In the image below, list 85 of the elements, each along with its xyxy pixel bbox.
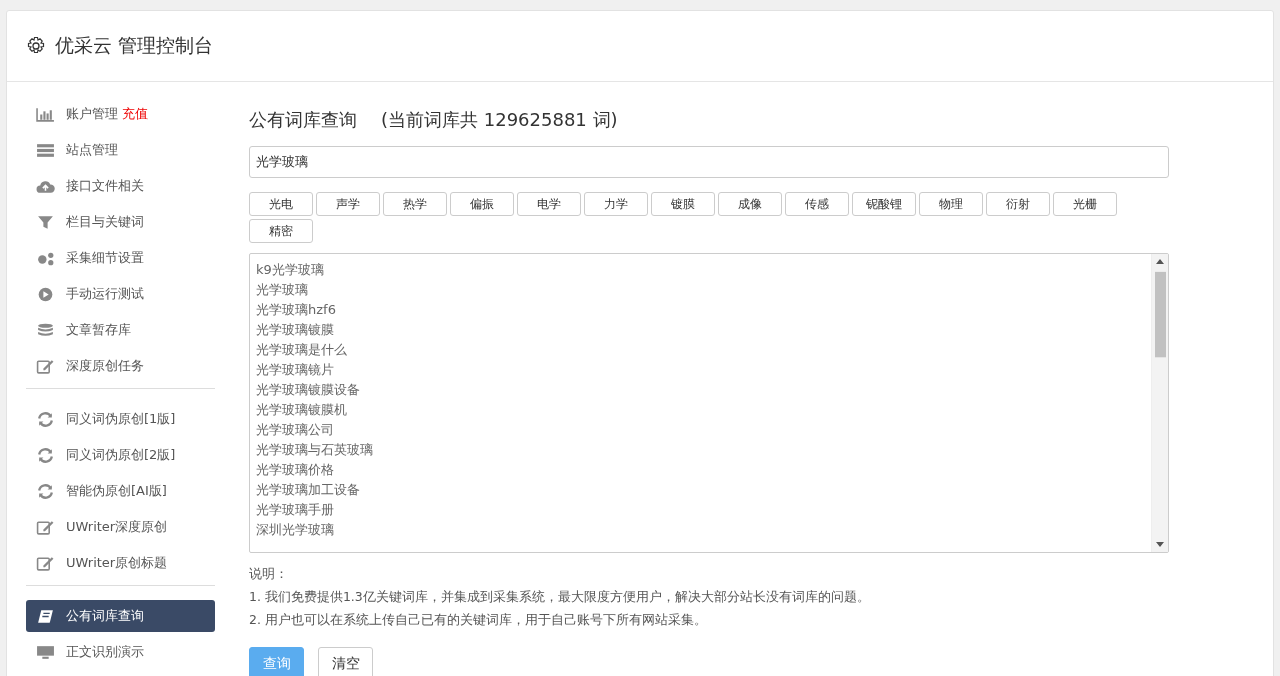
sidebar-item[interactable]: 同义词伪原创[1版]	[26, 403, 215, 435]
sidebar-label: 采集细节设置	[66, 249, 144, 267]
result-line: 光学玻璃	[256, 281, 309, 299]
result-line: 光学玻璃手册	[256, 501, 335, 519]
sidebar-label: 智能伪原创[AI版]	[66, 482, 167, 500]
sidebar-label: 公有词库查询	[66, 607, 144, 625]
sidebar-label: UWriter原创标题	[66, 554, 168, 572]
sidebar-label: 站点管理	[66, 141, 118, 159]
refresh-icon	[36, 447, 55, 463]
tag-button[interactable]: 镀膜	[651, 192, 715, 216]
sidebar-label: 接口文件相关	[66, 177, 144, 195]
sidebar-label: 账户管理	[66, 105, 118, 123]
tag-button[interactable]: 光栅	[1053, 192, 1117, 216]
sidebar-label: UWriter深度原创	[66, 518, 168, 536]
app-title: 优采云 管理控制台	[55, 33, 214, 58]
note-text: 2. 用户也可以在系统上传自己已有的关键词库，用于自己账号下所有网站采集。	[249, 611, 708, 629]
tag-button[interactable]: 传感	[785, 192, 849, 216]
server-icon	[36, 142, 55, 158]
sidebar-label: 文章暂存库	[66, 321, 131, 339]
sidebar-item[interactable]: 手动运行测试	[26, 278, 215, 310]
sidebar-item[interactable]: 账户管理 充值	[26, 98, 215, 130]
tag-button[interactable]: 衍射	[986, 192, 1050, 216]
result-line: k9光学玻璃	[256, 261, 325, 279]
result-line: 深圳光学玻璃	[256, 521, 335, 539]
sidebar-item[interactable]: 深度原创任务	[26, 350, 215, 382]
sidebar-item[interactable]: 接口文件相关	[26, 170, 215, 202]
tag-button[interactable]: 偏振	[450, 192, 514, 216]
settings-icon	[26, 36, 46, 56]
sidebar-item[interactable]: UWriter深度原创	[26, 511, 215, 543]
tag-button[interactable]: 力学	[584, 192, 648, 216]
sidebar-item[interactable]: 栏目与关键词	[26, 206, 215, 238]
sidebar-item[interactable]: 同义词伪原创[2版]	[26, 439, 215, 471]
tag-button[interactable]: 光电	[249, 192, 313, 216]
sidebar-label: 正文识别演示	[66, 643, 144, 661]
book-icon	[36, 608, 55, 624]
sidebar-label: 手动运行测试	[66, 285, 144, 303]
note-text: 1. 我们免费提供1.3亿关键词库，并集成到采集系统，最大限度方便用户，解决大部分站长没有词库的问题。	[249, 588, 871, 606]
result-line: 光学玻璃镜片	[256, 361, 335, 379]
sidebar-label: 深度原创任务	[66, 357, 144, 375]
refresh-icon	[36, 411, 55, 427]
sidebar-item[interactable]: 站点管理	[26, 134, 215, 166]
tag-button[interactable]: 物理	[919, 192, 983, 216]
edit-icon	[36, 519, 55, 535]
notes-heading: 说明：	[249, 565, 289, 583]
tag-button[interactable]: 声学	[316, 192, 380, 216]
search-field[interactable]: 光学玻璃	[249, 146, 1169, 178]
clear-button[interactable]: 清空	[318, 647, 373, 676]
sidebar-label: 同义词伪原创[1版]	[66, 410, 176, 428]
result-line: 光学玻璃与石英玻璃	[256, 441, 374, 459]
edit-icon	[36, 555, 55, 571]
result-line: 光学玻璃加工设备	[256, 481, 361, 499]
page-title: 公有词库查询	[249, 108, 357, 132]
scrollbar[interactable]	[1151, 254, 1168, 552]
tag-button[interactable]: 热学	[383, 192, 447, 216]
play-icon	[36, 286, 55, 302]
refresh-icon	[36, 483, 55, 499]
recharge-link[interactable]: 充值	[122, 105, 148, 123]
tag-button[interactable]: 精密	[249, 219, 313, 243]
result-line: 光学玻璃镀膜	[256, 321, 335, 339]
sidebar-item[interactable]: 公有词库查询	[26, 600, 215, 632]
edit-icon	[36, 358, 55, 374]
sidebar-item[interactable]: 智能伪原创[AI版]	[26, 475, 215, 507]
tag-button[interactable]: 电学	[517, 192, 581, 216]
sidebar-item[interactable]: 正文识别演示	[26, 636, 215, 668]
result-line: 光学玻璃镀膜机	[256, 401, 348, 419]
result-line: 光学玻璃镀膜设备	[256, 381, 361, 399]
results-box[interactable]: k9光学玻璃 光学玻璃 光学玻璃hzf6 光学玻璃镀膜 光学玻璃是什么 光学玻璃镜片 光学玻璃镀膜设备 光学玻璃镀膜机 光学玻璃公司 光学玻璃与石英玻璃 光学玻璃价格 光学玻璃加工设备 光学玻璃手册 深圳光学玻璃	[249, 253, 1169, 553]
word-count: (当前词库共 129625881 词)	[381, 108, 618, 132]
result-line: 光学玻璃价格	[256, 461, 335, 479]
result-line: 光学玻璃是什么	[256, 341, 348, 359]
result-line: 光学玻璃公司	[256, 421, 335, 439]
sidebar-item[interactable]: UWriter原创标题	[26, 547, 215, 579]
tag-button[interactable]: 成像	[718, 192, 782, 216]
sidebar-item[interactable]: 文章暂存库	[26, 314, 215, 346]
sidebar-label: 同义词伪原创[2版]	[66, 446, 176, 464]
gears-icon	[36, 250, 55, 266]
bar-chart-icon	[36, 106, 55, 122]
filter-icon	[36, 214, 55, 230]
tag-button[interactable]: 铌酸锂	[852, 192, 916, 216]
result-line: 光学玻璃hzf6	[256, 301, 337, 319]
cloud-upload-icon	[36, 178, 55, 194]
database-icon	[36, 322, 55, 338]
sidebar-label: 栏目与关键词	[66, 213, 144, 231]
monitor-icon	[36, 644, 55, 660]
sidebar-item[interactable]: 采集细节设置	[26, 242, 215, 274]
